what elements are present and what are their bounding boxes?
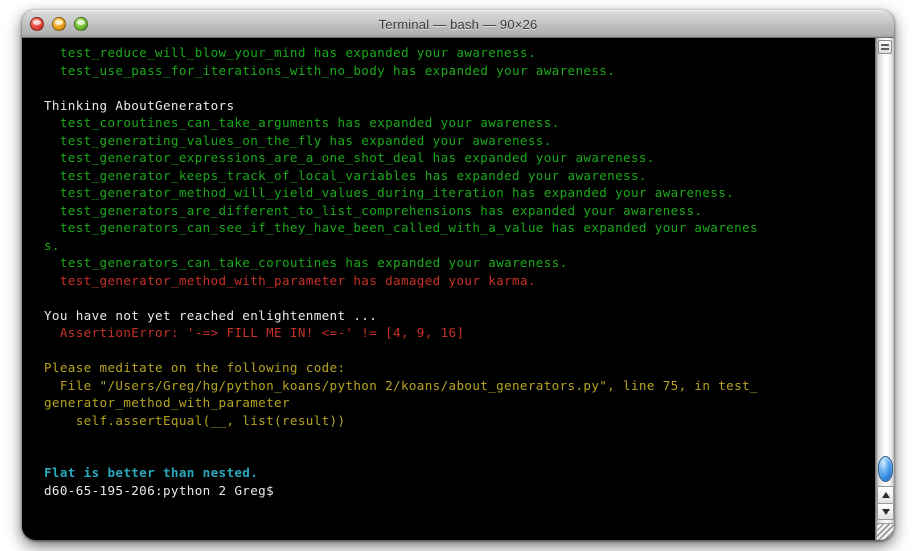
terminal-output[interactable]: test_reduce_will_blow_your_mind has expa…: [22, 38, 875, 540]
terminal-line: File "/Users/Greg/hg/python_koans/python…: [44, 377, 758, 393]
terminal-line: test_reduce_will_blow_your_mind has expa…: [44, 45, 536, 60]
terminal-line: Flat is better than nested.: [44, 465, 259, 480]
window-titlebar[interactable]: Terminal — bash — 90×26: [22, 10, 894, 38]
scrollbar-thumb[interactable]: [878, 456, 893, 482]
terminal-line: You have not yet reached enlightenment .…: [44, 307, 378, 323]
terminal-line: d60-65-195-206:python 2 Greg$: [44, 482, 275, 498]
scroll-up-icon[interactable]: [877, 486, 894, 503]
terminal-line: self.assertEqual(__, list(result)): [44, 412, 346, 428]
terminal-line: s.: [44, 237, 60, 253]
terminal-line: test_generator_method_will_yield_values_…: [44, 185, 735, 200]
terminal-line: test_generator_keeps_track_of_local_vari…: [44, 167, 647, 183]
window-title: Terminal — bash — 90×26: [378, 16, 538, 32]
terminal-line: AssertionError: '-=> FILL ME IN! <=-' !=…: [44, 325, 465, 340]
window-controls: [30, 11, 88, 37]
close-button[interactable]: [30, 17, 44, 31]
scrollbar-grip-icon[interactable]: [878, 40, 892, 54]
terminal-line: test_generator_method_with_parameter has…: [44, 272, 536, 288]
screen: Terminal — bash — 90×26 test_reduce_will…: [0, 0, 915, 551]
terminal-content: test_reduce_will_blow_your_mind has expa…: [22, 38, 894, 540]
terminal-line: test_generators_can_see_if_they_have_bee…: [44, 220, 758, 235]
terminal-line: test_coroutines_can_take_arguments has e…: [44, 115, 560, 130]
scrollbar[interactable]: [875, 38, 894, 540]
scrollbar-arrows: [877, 486, 894, 520]
terminal-line: test_generator_expressions_are_a_one_sho…: [44, 150, 655, 165]
terminal-line: test_generators_can_take_coroutines has …: [44, 255, 568, 270]
terminal-line: Please meditate on the following code:: [44, 360, 346, 375]
terminal-line: Thinking AboutGenerators: [44, 97, 235, 113]
terminal-window: Terminal — bash — 90×26 test_reduce_will…: [22, 10, 894, 540]
minimize-button[interactable]: [52, 17, 66, 31]
zoom-button[interactable]: [74, 17, 88, 31]
terminal-line: generator_method_with_parameter: [44, 395, 290, 410]
terminal-line: test_use_pass_for_iterations_with_no_bod…: [44, 62, 616, 78]
scroll-down-icon[interactable]: [877, 503, 894, 520]
terminal-line: test_generating_values_on_the_fly has ex…: [44, 132, 552, 148]
resize-grip-icon[interactable]: [877, 523, 894, 540]
terminal-line: test_generators_are_different_to_list_co…: [44, 202, 703, 218]
